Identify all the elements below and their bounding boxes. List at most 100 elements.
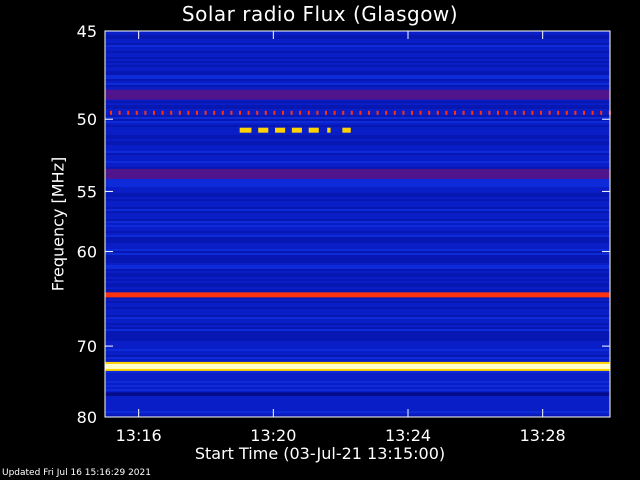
- noise-stripe: [105, 73, 610, 75]
- chart-title: Solar radio Flux (Glasgow): [181, 2, 459, 26]
- noise-stripe: [105, 75, 610, 77]
- noise-stripe: [105, 83, 610, 85]
- interference-dot: [161, 110, 164, 115]
- noise-stripe: [105, 301, 610, 303]
- noise-stripe: [105, 151, 610, 153]
- burst-mark: [308, 127, 319, 133]
- interference-dot: [531, 110, 534, 115]
- noise-stripe: [105, 269, 610, 271]
- noise-stripe: [105, 337, 610, 339]
- interference-dot: [196, 110, 198, 115]
- noise-stripe: [105, 183, 610, 185]
- interference-dot: [479, 110, 482, 115]
- interference-dot: [557, 110, 560, 115]
- y-tick-label: 55: [77, 182, 97, 201]
- noise-stripe: [105, 257, 610, 259]
- noise-stripe: [105, 279, 610, 281]
- noise-stripe: [105, 333, 610, 335]
- noise-stripe: [105, 385, 610, 387]
- interference-dot: [505, 110, 508, 115]
- interference-dot: [591, 110, 594, 115]
- interference-dot: [359, 110, 362, 115]
- noise-stripe: [105, 261, 610, 263]
- noise-stripe: [105, 65, 610, 67]
- noise-stripe: [105, 51, 610, 53]
- noise-stripe: [105, 329, 610, 331]
- interference-dot: [600, 110, 603, 115]
- interference-dot: [497, 110, 499, 115]
- emission-band: [105, 392, 610, 397]
- interference-dot: [118, 110, 121, 115]
- noise-stripe: [105, 259, 610, 261]
- interference-dot: [522, 110, 525, 115]
- y-tick-label: 60: [77, 243, 97, 262]
- interference-dot: [411, 110, 413, 115]
- interference-dot: [350, 110, 353, 115]
- interference-dot: [419, 110, 422, 115]
- interference-dot: [290, 110, 293, 115]
- noise-stripe: [105, 161, 610, 163]
- noise-stripe: [105, 101, 610, 103]
- interference-dot: [436, 110, 439, 115]
- noise-stripe: [105, 371, 610, 373]
- noise-stripe: [105, 77, 610, 79]
- noise-stripe: [105, 327, 610, 329]
- interference-dot: [247, 110, 250, 115]
- burst-mark: [258, 127, 269, 133]
- burst-mark: [342, 127, 351, 133]
- noise-stripe: [105, 35, 610, 37]
- noise-stripe: [105, 137, 610, 139]
- noise-stripe: [105, 307, 610, 309]
- x-tick-label: 13:24: [385, 426, 431, 445]
- interference-dot: [153, 110, 155, 115]
- noise-stripe: [105, 121, 610, 123]
- noise-stripe: [105, 237, 610, 239]
- noise-stripe: [105, 179, 610, 181]
- noise-stripe: [105, 249, 610, 251]
- interference-dot: [178, 110, 181, 115]
- interference-dot: [333, 110, 336, 115]
- noise-stripe: [105, 339, 610, 341]
- noise-stripe: [105, 335, 610, 337]
- interference-dot: [110, 110, 112, 115]
- noise-stripe: [105, 181, 610, 183]
- noise-stripe: [105, 219, 610, 221]
- noise-stripe: [105, 355, 610, 357]
- interference-dot: [135, 110, 138, 115]
- x-axis-label: Start Time (03-Jul-21 13:15:00): [194, 444, 446, 463]
- interference-dot: [282, 110, 284, 115]
- emission-band: [105, 168, 610, 179]
- x-tick-label: 13:20: [250, 426, 296, 445]
- interference-dot: [385, 110, 388, 115]
- noise-stripe: [105, 37, 610, 39]
- interference-dot: [204, 110, 207, 115]
- interference-dot: [187, 110, 190, 115]
- noise-stripe: [105, 119, 610, 121]
- noise-stripe: [105, 239, 610, 241]
- noise-stripe: [105, 207, 610, 209]
- noise-stripe: [105, 381, 610, 383]
- y-tick-label: 70: [77, 337, 97, 356]
- noise-stripe: [105, 71, 610, 73]
- noise-stripe: [105, 315, 610, 317]
- interference-dot: [316, 110, 319, 115]
- interference-dot: [488, 110, 491, 115]
- noise-stripe: [105, 153, 610, 155]
- noise-stripe: [105, 211, 610, 213]
- noise-stripe: [105, 135, 610, 137]
- interference-dot: [299, 110, 302, 115]
- interference-dot: [342, 110, 345, 115]
- emission-line: [105, 292, 610, 298]
- noise-stripe: [105, 275, 610, 277]
- noise-stripe: [105, 185, 610, 187]
- noise-stripe: [105, 45, 610, 47]
- interference-dot: [402, 110, 405, 115]
- noise-stripe: [105, 253, 610, 255]
- interference-dot: [368, 110, 370, 115]
- interference-dot: [583, 110, 585, 115]
- interference-dot: [445, 110, 448, 115]
- y-axis-label: Frequency [MHz]: [48, 156, 68, 292]
- interference-dot: [230, 110, 233, 115]
- noise-stripe: [105, 141, 610, 143]
- noise-stripe: [105, 61, 610, 63]
